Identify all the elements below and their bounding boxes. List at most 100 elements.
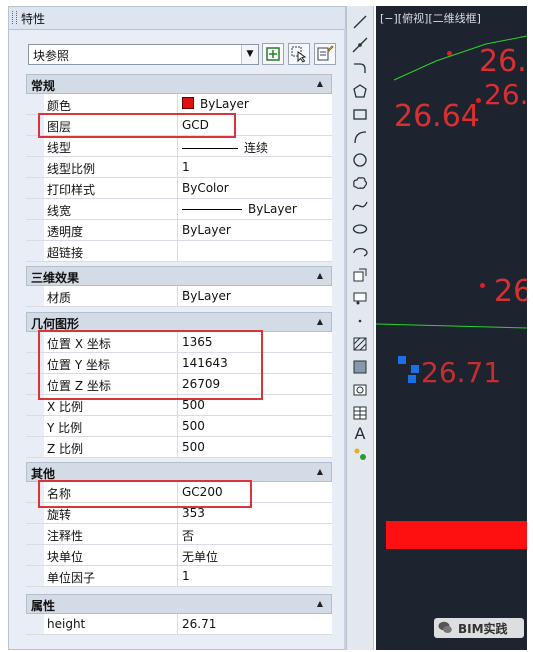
ellipse-arc-tool-icon[interactable] (352, 244, 368, 260)
polyline-tool-icon[interactable] (352, 60, 368, 76)
property-value: 1 (182, 569, 190, 583)
section-3d-effects-label: 三维效果 (31, 271, 80, 285)
cad-point-marker (480, 283, 485, 288)
palette-title: 特性 (21, 12, 46, 26)
polygon-tool-icon[interactable] (352, 83, 368, 99)
make-block-tool-icon[interactable] (352, 290, 368, 306)
red-solid-block[interactable] (386, 521, 527, 549)
property-name: 线型 (47, 141, 72, 155)
property-row-annotative[interactable]: 注释性 否 (26, 524, 332, 545)
section-3d-effects-header[interactable]: 三维效果 ▲ (26, 266, 332, 286)
property-row-lineweight[interactable]: 线宽 ByLayer (26, 199, 332, 220)
property-value: ByLayer (182, 223, 231, 237)
property-name: 单位因子 (47, 571, 96, 585)
property-row-block-unit[interactable]: 块单位 无单位 (26, 545, 332, 566)
arc-tool-icon[interactable] (352, 129, 368, 145)
property-value: 353 (182, 506, 205, 520)
property-row-linetype[interactable]: 线型 连续 (26, 136, 332, 157)
point-tool-icon[interactable] (352, 313, 368, 329)
drag-grip-icon[interactable] (12, 11, 17, 24)
cad-text-elevation[interactable]: 26.6 (479, 44, 527, 79)
property-row-height[interactable]: height 26.71 (26, 614, 332, 635)
property-name: 材质 (47, 291, 72, 305)
property-value: 否 (182, 529, 195, 543)
property-value: 连续 (244, 141, 269, 155)
property-row-hyperlink[interactable]: 超链接 (26, 241, 332, 262)
highlight-box-position (38, 330, 263, 400)
section-general-header[interactable]: 常规 ▲ (26, 74, 332, 94)
property-value: ByLayer (200, 97, 249, 111)
property-name: 颜色 (47, 99, 72, 113)
property-name: 打印样式 (47, 183, 96, 197)
select-objects-button[interactable] (288, 43, 310, 65)
property-row-plotstyle[interactable]: 打印样式 ByColor (26, 178, 332, 199)
property-value: 1 (182, 160, 190, 174)
ellipse-tool-icon[interactable] (352, 221, 368, 237)
property-name: 线型比例 (47, 162, 96, 176)
multiline-text-tool-icon[interactable]: A (352, 426, 368, 442)
toggle-pickadd-button[interactable] (262, 43, 284, 65)
property-value: 26.71 (182, 617, 217, 631)
circle-tool-icon[interactable] (352, 152, 368, 168)
cad-text-elevation[interactable]: 26.7 (484, 78, 527, 111)
property-row-scale-z[interactable]: Z 比例 500 (26, 437, 332, 458)
collapse-icon[interactable]: ▲ (313, 316, 327, 328)
collapse-icon[interactable]: ▲ (313, 270, 327, 282)
section-attributes-label: 属性 (31, 599, 56, 613)
section-attributes-header[interactable]: 属性 ▲ (26, 594, 332, 614)
revision-cloud-tool-icon[interactable] (352, 175, 368, 191)
property-name: 超链接 (47, 246, 84, 260)
property-row-material[interactable]: 材质 ByLayer (26, 286, 332, 307)
property-value: 500 (182, 419, 205, 433)
property-row-transparency[interactable]: 透明度 ByLayer (26, 220, 332, 241)
add-selected-tool-icon[interactable] (352, 446, 368, 462)
section-geometry-header[interactable]: 几何图形 ▲ (26, 312, 332, 332)
table-tool-icon[interactable] (352, 405, 368, 421)
cad-text-selected[interactable]: 26.71 (421, 356, 501, 389)
wechat-icon (438, 621, 452, 633)
watermark-text: BIM实践 (458, 622, 508, 636)
linetype-preview (182, 148, 238, 149)
line-tool-icon[interactable] (352, 14, 368, 30)
selection-grip-icon[interactable] (408, 375, 416, 383)
highlight-box-layer (38, 113, 236, 138)
selection-grip-icon[interactable] (398, 356, 406, 364)
property-name: 旋转 (47, 508, 72, 522)
object-type-select[interactable]: 块参照 ▼ (28, 44, 259, 65)
quick-select-button[interactable] (314, 43, 336, 65)
chevron-down-icon[interactable]: ▼ (241, 45, 258, 64)
region-tool-icon[interactable] (352, 382, 368, 398)
selection-grip-icon[interactable] (411, 365, 419, 373)
collapse-icon[interactable]: ▲ (313, 598, 327, 610)
property-name: Y 比例 (47, 421, 83, 435)
collapse-icon[interactable]: ▲ (313, 466, 327, 478)
section-general-label: 常规 (31, 79, 56, 93)
property-name: 注释性 (47, 529, 84, 543)
property-row-color[interactable]: 颜色 ByLayer (26, 94, 332, 115)
gradient-tool-icon[interactable] (352, 359, 368, 375)
collapse-icon[interactable]: ▲ (313, 78, 327, 90)
properties-palette: 特性 块参照 ▼ 常规 ▲ 颜色 ByLayer 图层 GCD 线型 连续 线型… (8, 6, 346, 650)
watermark: BIM实践 (434, 618, 524, 638)
spline-tool-icon[interactable] (352, 198, 368, 214)
draw-toolbar: A (346, 6, 374, 650)
property-name: 块单位 (47, 550, 84, 564)
insert-block-tool-icon[interactable] (352, 267, 368, 283)
property-name: 线宽 (47, 204, 72, 218)
property-value: 无单位 (182, 550, 219, 564)
rectangle-tool-icon[interactable] (352, 106, 368, 122)
hatch-tool-icon[interactable] (352, 336, 368, 352)
drawing-viewport[interactable]: [−][俯视][二维线框] 26.6 26.7 26.64 26 26.71 (376, 6, 527, 650)
cad-text-elevation[interactable]: 26.64 (394, 99, 480, 134)
highlight-box-name (38, 480, 252, 508)
property-row-linetype-scale[interactable]: 线型比例 1 (26, 157, 332, 178)
cad-text-elevation[interactable]: 26 (494, 274, 527, 309)
construction-line-tool-icon[interactable] (352, 37, 368, 53)
property-row-unit-factor[interactable]: 单位因子 1 (26, 566, 332, 587)
property-name: X 比例 (47, 400, 84, 414)
palette-titlebar[interactable]: 特性 (9, 7, 345, 30)
section-misc-header[interactable]: 其他 ▲ (26, 462, 332, 482)
property-row-scale-y[interactable]: Y 比例 500 (26, 416, 332, 437)
cad-point-marker (447, 51, 452, 56)
pickadd-icon (266, 47, 280, 61)
